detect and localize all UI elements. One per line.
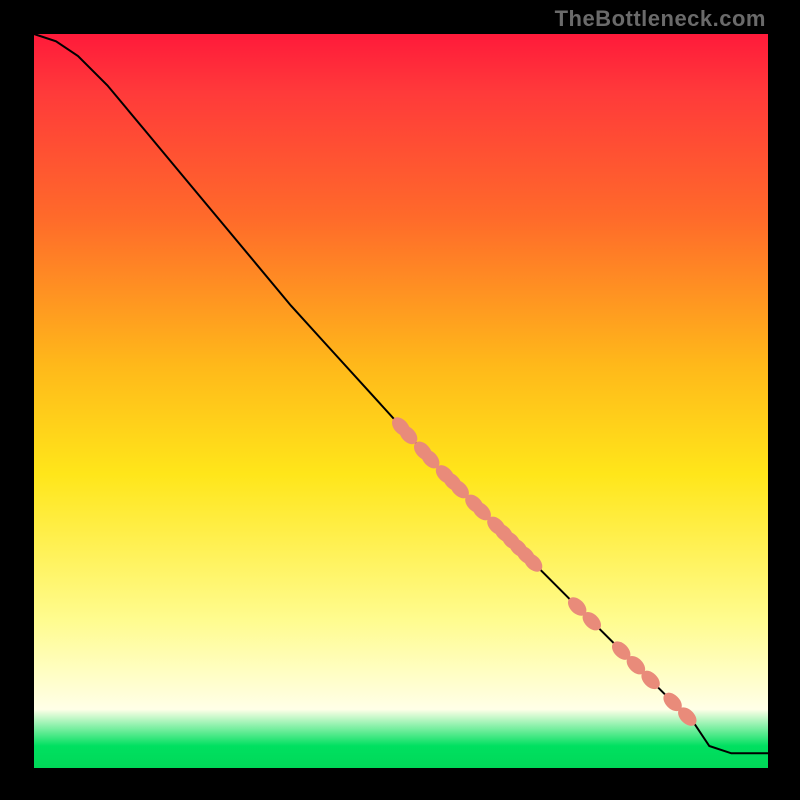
watermark-text: TheBottleneck.com — [555, 6, 766, 32]
curve-markers — [388, 414, 700, 729]
curve-line — [34, 34, 768, 753]
chart-overlay — [34, 34, 768, 768]
